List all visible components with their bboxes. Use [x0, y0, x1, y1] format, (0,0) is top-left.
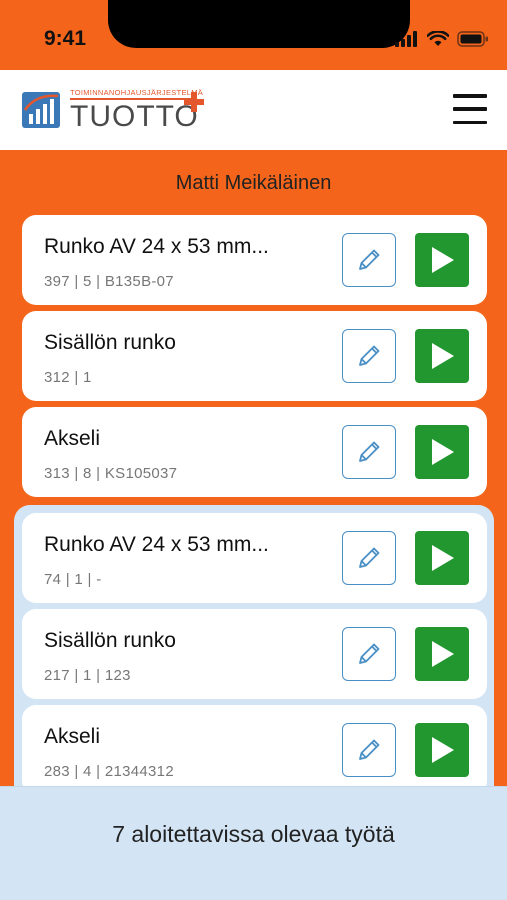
menu-line	[453, 107, 487, 111]
job-card[interactable]: Runko AV 24 x 53 mm... 74 | 1 | -	[22, 513, 487, 603]
job-meta: 397 | 5 | B135B-07	[44, 273, 174, 290]
play-icon	[432, 343, 454, 369]
signal-icon	[395, 31, 417, 47]
start-button[interactable]	[415, 723, 469, 777]
logo-wordmark: TUOTTO	[70, 100, 199, 133]
play-icon	[432, 545, 454, 571]
job-title: Sisällön runko	[44, 331, 176, 354]
status-time: 9:41	[44, 27, 87, 50]
play-icon	[432, 641, 454, 667]
edit-button[interactable]	[342, 531, 396, 585]
start-button[interactable]	[415, 531, 469, 585]
menu-line	[453, 120, 487, 124]
edit-button[interactable]	[342, 233, 396, 287]
start-button[interactable]	[415, 233, 469, 287]
hamburger-menu-icon[interactable]	[453, 92, 487, 126]
app-header: TOIMINNANOHJAUSJÄRJESTELMÄ TUOTTO	[0, 70, 507, 150]
job-card[interactable]: Sisällön runko 312 | 1	[22, 311, 487, 401]
job-meta: 283 | 4 | 21344312	[44, 763, 174, 780]
job-meta: 312 | 1	[44, 369, 92, 386]
job-meta: 313 | 8 | KS105037	[44, 465, 178, 482]
job-card[interactable]: Sisällön runko 217 | 1 | 123	[22, 609, 487, 699]
job-title: Akseli	[44, 427, 101, 450]
play-icon	[432, 247, 454, 273]
play-icon	[432, 439, 454, 465]
edit-button[interactable]	[342, 425, 396, 479]
logo-chart-icon	[22, 92, 60, 128]
start-button[interactable]	[415, 329, 469, 383]
job-title: Akseli	[44, 725, 101, 748]
menu-line	[453, 94, 487, 98]
job-card[interactable]: Akseli 283 | 4 | 21344312	[22, 705, 487, 795]
status-icons	[395, 28, 489, 50]
edit-button[interactable]	[342, 627, 396, 681]
available-jobs-count: 7 aloitettavissa olevaa työtä	[112, 821, 395, 847]
battery-icon	[457, 31, 488, 47]
device-notch	[108, 0, 410, 48]
job-card[interactable]: Akseli 313 | 8 | KS105037	[22, 407, 487, 497]
play-icon	[432, 737, 454, 763]
edit-button[interactable]	[342, 329, 396, 383]
job-title: Runko AV 24 x 53 mm...	[44, 235, 269, 258]
available-jobs-bar[interactable]: 7 aloitettavissa olevaa työtä	[0, 786, 507, 900]
pencil-icon	[359, 739, 380, 760]
edit-button[interactable]	[342, 723, 396, 777]
pencil-icon	[359, 441, 380, 462]
job-title: Runko AV 24 x 53 mm...	[44, 533, 269, 556]
pencil-icon	[359, 249, 380, 270]
job-meta: 74 | 1 | -	[44, 571, 102, 588]
wifi-icon	[427, 31, 449, 46]
user-name: Matti Meikäläinen	[175, 172, 332, 194]
pencil-icon	[359, 643, 380, 664]
job-card[interactable]: Runko AV 24 x 53 mm... 397 | 5 | B135B-0…	[22, 215, 487, 305]
pencil-icon	[359, 345, 380, 366]
job-title: Sisällön runko	[44, 629, 176, 652]
start-button[interactable]	[415, 425, 469, 479]
logo-plus-icon	[184, 92, 204, 112]
status-bar: 9:41	[0, 0, 507, 70]
start-button[interactable]	[415, 627, 469, 681]
tuotto-logo: TOIMINNANOHJAUSJÄRJESTELMÄ TUOTTO	[22, 84, 212, 138]
pencil-icon	[359, 547, 380, 568]
job-meta: 217 | 1 | 123	[44, 667, 131, 684]
